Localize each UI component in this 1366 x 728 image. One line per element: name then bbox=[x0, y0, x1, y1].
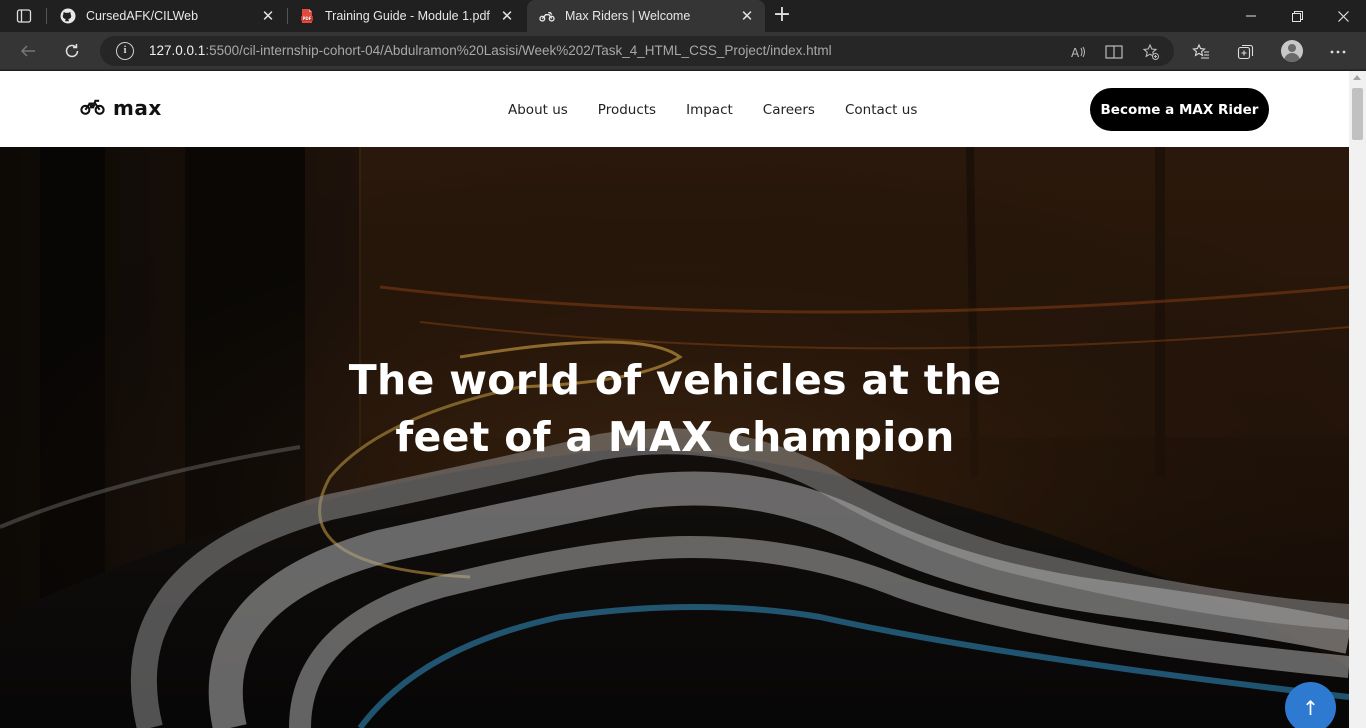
tab-title: CursedAFK/CILWeb bbox=[86, 9, 199, 23]
immersive-reader-icon[interactable] bbox=[1104, 42, 1124, 62]
scrollbar-thumb[interactable] bbox=[1352, 88, 1363, 140]
become-rider-button[interactable]: Become a MAX Rider bbox=[1090, 88, 1269, 131]
close-window-button[interactable] bbox=[1320, 0, 1366, 32]
nav-impact[interactable]: Impact bbox=[686, 102, 733, 118]
arrow-up-icon: ↑ bbox=[1302, 695, 1319, 720]
url-text: 127.0.0.1:5500/cil-internship-cohort-04/… bbox=[149, 43, 832, 58]
nav-careers[interactable]: Careers bbox=[763, 102, 815, 118]
main-nav: About us Products Impact Careers Contact… bbox=[508, 102, 917, 118]
hero-section: The world of vehicles at the feet of a M… bbox=[0, 147, 1349, 728]
read-aloud-icon[interactable]: A bbox=[1068, 42, 1088, 62]
close-icon[interactable]: ✕ bbox=[258, 6, 278, 26]
favorites-icon[interactable] bbox=[1190, 41, 1212, 63]
refresh-button[interactable] bbox=[58, 37, 86, 65]
nav-products[interactable]: Products bbox=[598, 102, 656, 118]
minimize-button[interactable] bbox=[1228, 0, 1274, 32]
browser-toolbar: i 127.0.0.1:5500/cil-internship-cohort-0… bbox=[0, 32, 1366, 70]
hero-title-line-1: The world of vehicles at the bbox=[348, 356, 1002, 404]
nav-contact-us[interactable]: Contact us bbox=[845, 102, 917, 118]
github-icon bbox=[60, 8, 76, 24]
site-header: max About us Products Impact Careers Con… bbox=[0, 71, 1349, 147]
add-favorite-icon[interactable] bbox=[1141, 42, 1161, 62]
close-icon[interactable]: ✕ bbox=[737, 6, 757, 26]
motorcycle-icon bbox=[80, 97, 105, 120]
tab-bar: CursedAFK/CILWeb ✕ PDF Training Guide - … bbox=[0, 0, 1366, 32]
tab-title: Max Riders | Welcome bbox=[565, 9, 691, 23]
new-tab-button[interactable]: + bbox=[770, 4, 794, 28]
tab-title: Training Guide - Module 1.pdf bbox=[325, 9, 490, 23]
tab-max-riders[interactable]: Max Riders | Welcome ✕ bbox=[527, 0, 765, 32]
more-options-icon[interactable] bbox=[1327, 41, 1349, 63]
svg-text:A: A bbox=[1071, 46, 1080, 60]
profile-avatar[interactable] bbox=[1281, 40, 1303, 62]
close-icon[interactable]: ✕ bbox=[497, 6, 517, 26]
scroll-to-top-button[interactable]: ↑ bbox=[1285, 682, 1336, 728]
page-viewport: max About us Products Impact Careers Con… bbox=[0, 71, 1349, 728]
page-scrollbar[interactable] bbox=[1349, 71, 1366, 728]
scroll-up-arrow-icon[interactable] bbox=[1353, 75, 1361, 80]
tab-github[interactable]: CursedAFK/CILWeb ✕ bbox=[48, 0, 286, 32]
collections-icon[interactable] bbox=[1235, 41, 1257, 63]
nav-about-us[interactable]: About us bbox=[508, 102, 568, 118]
back-button[interactable] bbox=[14, 37, 42, 65]
tab-actions-icon[interactable] bbox=[8, 4, 40, 28]
svg-text:PDF: PDF bbox=[303, 16, 312, 21]
pdf-icon: PDF bbox=[299, 8, 315, 24]
tab-training-guide[interactable]: PDF Training Guide - Module 1.pdf ✕ bbox=[287, 0, 525, 32]
hero-title: The world of vehicles at the feet of a M… bbox=[320, 352, 1030, 466]
hero-title-line-2: feet of a MAX champion bbox=[395, 413, 955, 461]
logo-text: max bbox=[113, 96, 162, 120]
restore-button[interactable] bbox=[1274, 0, 1320, 32]
address-bar[interactable]: i 127.0.0.1:5500/cil-internship-cohort-0… bbox=[100, 36, 1174, 66]
motorcycle-icon bbox=[539, 8, 555, 24]
site-info-icon[interactable]: i bbox=[116, 42, 134, 60]
logo[interactable]: max bbox=[80, 96, 162, 120]
